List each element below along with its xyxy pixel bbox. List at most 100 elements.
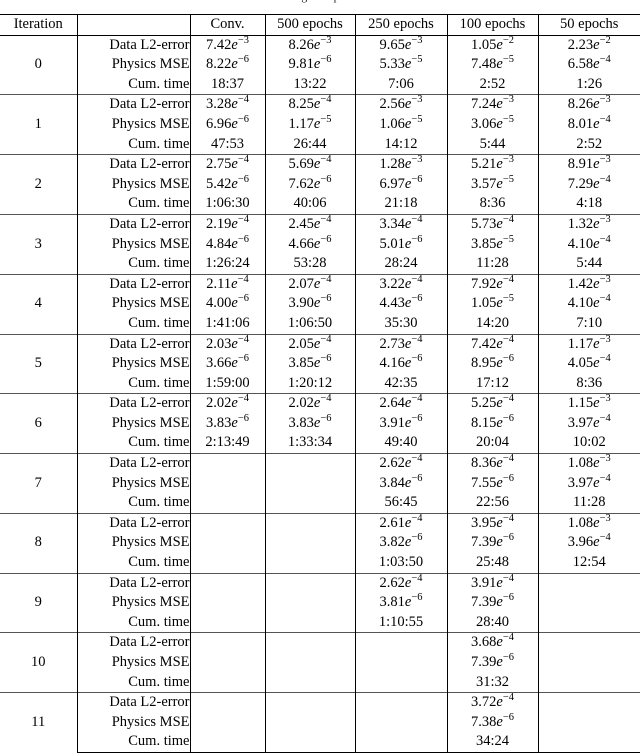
column-header-conv: Conv. bbox=[189, 14, 265, 36]
cell-physics-mse-col4: 6.58e−4 bbox=[537, 55, 640, 75]
cell-physics-mse-col1 bbox=[264, 473, 355, 494]
table-row: 10 Data L2-error 3.68e−4 bbox=[0, 632, 640, 693]
table-row: 9 Data L2-error 2.62e−4 3.91e−4 bbox=[0, 572, 640, 633]
table-row: Physics MSE 8.22e−6 9.81e−6 5.33e−5 7.48e−5 6… bbox=[0, 55, 640, 75]
table-row: 6 Data L2-error 2.02e−4 2.02e−4 2.64e−4 5.25e… bbox=[0, 393, 640, 454]
cell-cum-time-col0: 1:26:24 bbox=[189, 254, 265, 275]
cell-cum-time-col3: 2:52 bbox=[446, 74, 538, 95]
cell-data-l2-error-col1: 2.07e−4 bbox=[264, 273, 355, 295]
metric-label-physics-mse: Physics MSE bbox=[76, 653, 190, 673]
table-caption: Table 4: Regular update results bbox=[0, 0, 640, 3]
cell-cum-time-col1 bbox=[264, 612, 355, 633]
cell-cum-time-col4: 2:52 bbox=[537, 134, 640, 155]
cell-physics-mse-col2: 6.97e−6 bbox=[354, 174, 447, 195]
column-header-metric bbox=[76, 14, 190, 36]
cell-physics-mse-col0 bbox=[189, 533, 265, 554]
cell-physics-mse-col1 bbox=[264, 712, 355, 733]
cell-physics-mse-col3: 7.39e−6 bbox=[446, 652, 538, 673]
cell-data-l2-error-col4: 1.08e−3 bbox=[537, 512, 640, 534]
cell-data-l2-error-col1: 2.45e−4 bbox=[264, 213, 355, 235]
metric-label-data-l2-error: Data L2-error bbox=[76, 393, 190, 414]
iteration-number: 5 bbox=[0, 333, 77, 394]
cell-physics-mse-col0: 5.42e−6 bbox=[189, 174, 265, 195]
cell-data-l2-error-col2: 3.22e−4 bbox=[354, 273, 447, 295]
cell-physics-mse-col4: 3.97e−4 bbox=[537, 413, 640, 434]
cell-cum-time-col2: 21:18 bbox=[354, 194, 447, 215]
column-header-500-epochs: 500 epochs bbox=[264, 14, 355, 36]
cell-cum-time-col3: 20:04 bbox=[446, 433, 538, 454]
cell-data-l2-error-col0: 3.28e−4 bbox=[189, 94, 265, 115]
cell-physics-mse-col1 bbox=[264, 593, 355, 613]
cell-cum-time-col4: 4:18 bbox=[537, 194, 640, 215]
metric-label-cum-time: Cum. time bbox=[76, 493, 190, 514]
table-row: 3 Data L2-error 2.19e−4 2.45e−4 3.34e−4 5.73e… bbox=[0, 213, 640, 275]
cell-cum-time-col1: 1:33:34 bbox=[264, 433, 355, 454]
cell-cum-time-col1: 40:06 bbox=[264, 194, 355, 215]
cell-physics-mse-col3: 7.39e−6 bbox=[446, 533, 538, 554]
cell-data-l2-error-col0: 2.19e−4 bbox=[189, 213, 265, 235]
cell-data-l2-error-col1: 2.02e−4 bbox=[264, 393, 355, 414]
metric-label-data-l2-error: Data L2-error bbox=[76, 512, 190, 534]
cell-cum-time-col4: 11:28 bbox=[537, 493, 640, 514]
metric-label-physics-mse: Physics MSE bbox=[76, 234, 190, 255]
cell-data-l2-error-col1: 8.25e−4 bbox=[264, 94, 355, 115]
table-container: Iteration Conv. 500 epochs 250 epochs 10… bbox=[0, 14, 640, 753]
cell-cum-time-col4: 12:54 bbox=[537, 553, 640, 574]
cell-data-l2-error-col1: 5.69e−4 bbox=[264, 154, 355, 175]
cell-data-l2-error-col4: 1.42e−3 bbox=[537, 273, 640, 295]
metric-label-cum-time: Cum. time bbox=[76, 134, 190, 155]
cell-cum-time-col2: 1:03:50 bbox=[354, 553, 447, 574]
cell-physics-mse-col3: 8.95e−6 bbox=[446, 354, 538, 374]
table-row: Cum. time 1:03:50 25:48 12:54 bbox=[0, 553, 640, 574]
cell-data-l2-error-col2: 9.65e−3 bbox=[354, 34, 447, 56]
metric-label-cum-time: Cum. time bbox=[76, 254, 190, 275]
cell-data-l2-error-col4: 1.32e−3 bbox=[537, 213, 640, 235]
column-header-100-epochs: 100 epochs bbox=[446, 14, 538, 36]
cell-physics-mse-col4 bbox=[537, 712, 640, 733]
table-row: Physics MSE 3.82e−6 7.39e−6 3.96e−4 bbox=[0, 533, 640, 554]
cell-cum-time-col3: 8:36 bbox=[446, 194, 538, 215]
cell-data-l2-error-col1 bbox=[264, 453, 355, 474]
table-row: Cum. time 18:37 13:22 7:06 2:52 1:26 bbox=[0, 74, 640, 95]
metric-label-data-l2-error: Data L2-error bbox=[76, 94, 190, 115]
metric-label-data-l2-error: Data L2-error bbox=[76, 213, 190, 235]
cell-physics-mse-col4 bbox=[537, 653, 640, 673]
cell-cum-time-col4: 1:26 bbox=[537, 74, 640, 95]
cell-physics-mse-col1: 7.62e−6 bbox=[264, 174, 355, 195]
table-row: Cum. time 1:26:24 53:28 28:24 11:28 5:44 bbox=[0, 254, 640, 275]
metric-label-cum-time: Cum. time bbox=[76, 373, 190, 394]
cell-data-l2-error-col4 bbox=[537, 632, 640, 653]
cell-physics-mse-col3: 1.05e−5 bbox=[446, 294, 538, 314]
cell-physics-mse-col0: 4.84e−6 bbox=[189, 234, 265, 255]
cell-cum-time-col4 bbox=[537, 612, 640, 633]
cell-physics-mse-col2: 4.43e−6 bbox=[354, 294, 447, 314]
cell-data-l2-error-col0 bbox=[189, 572, 265, 594]
iteration-number: 9 bbox=[0, 572, 77, 633]
table-row: Physics MSE 7.39e−6 bbox=[0, 652, 640, 673]
cell-physics-mse-col2: 4.16e−6 bbox=[354, 354, 447, 374]
cell-physics-mse-col3: 7.55e−6 bbox=[446, 473, 538, 494]
table-row: Cum. time 47:53 26:44 14:12 5:44 2:52 bbox=[0, 134, 640, 155]
iteration-number: 1 bbox=[0, 94, 77, 155]
cell-physics-mse-col2: 1.06e−5 bbox=[354, 114, 447, 135]
cell-physics-mse-col1: 3.90e−6 bbox=[264, 294, 355, 314]
table-row: Physics MSE 3.81e−6 7.39e−6 bbox=[0, 593, 640, 613]
cell-cum-time-col0: 1:41:06 bbox=[189, 313, 265, 334]
cell-cum-time-col0 bbox=[189, 732, 265, 753]
cell-cum-time-col4 bbox=[537, 732, 640, 753]
cell-cum-time-col3: 5:44 bbox=[446, 134, 538, 155]
table-row: Cum. time 34:24 bbox=[0, 732, 640, 753]
cell-data-l2-error-col2: 2.64e−4 bbox=[354, 393, 447, 414]
metric-label-physics-mse: Physics MSE bbox=[76, 473, 190, 494]
cell-data-l2-error-col1 bbox=[264, 632, 355, 653]
cell-physics-mse-col3: 7.39e−6 bbox=[446, 593, 538, 613]
cell-data-l2-error-col0 bbox=[189, 453, 265, 474]
cell-data-l2-error-col3: 7.24e−3 bbox=[446, 94, 538, 115]
cell-data-l2-error-col0: 2.75e−4 bbox=[189, 154, 265, 175]
cell-data-l2-error-col3: 3.91e−4 bbox=[446, 572, 538, 594]
results-table: Iteration Conv. 500 epochs 250 epochs 10… bbox=[0, 14, 640, 753]
cell-physics-mse-col3: 3.85e−5 bbox=[446, 234, 538, 255]
metric-label-data-l2-error: Data L2-error bbox=[76, 453, 190, 474]
cell-physics-mse-col1 bbox=[264, 533, 355, 554]
cell-physics-mse-col3: 3.57e−5 bbox=[446, 174, 538, 195]
